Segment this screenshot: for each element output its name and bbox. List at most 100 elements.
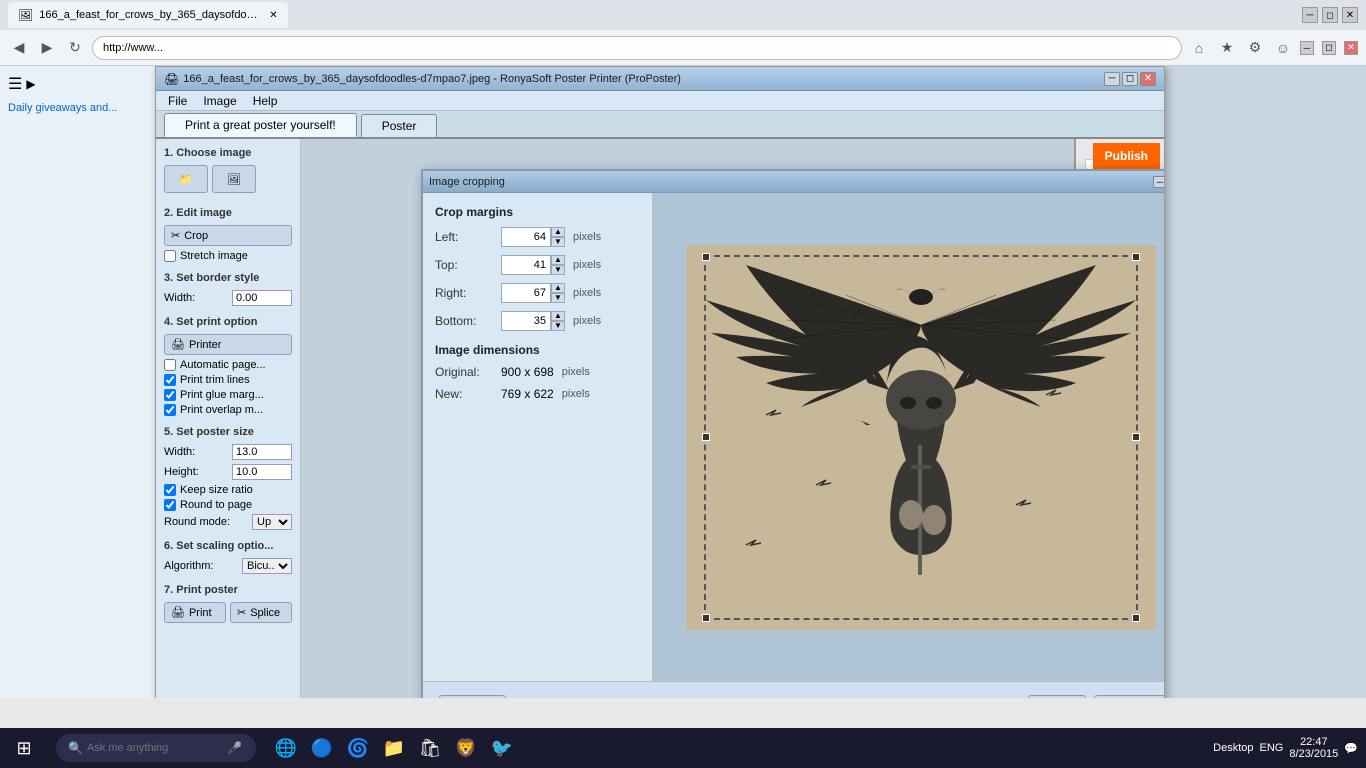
menu-file[interactable]: File — [160, 92, 195, 110]
window-restore-btn[interactable]: ◻ — [1322, 7, 1338, 23]
start-button[interactable]: ⊞ — [0, 728, 48, 768]
keep-ratio-checkbox[interactable] — [164, 484, 176, 496]
stretch-checkbox-row: Stretch image — [164, 250, 292, 262]
window-close-btn[interactable]: ✕ — [1342, 7, 1358, 23]
choose-image-btn2[interactable]: 🖼 — [212, 165, 256, 193]
app-minimize-btn[interactable]: ─ — [1104, 72, 1120, 86]
splice-btn[interactable]: ✂ Splice — [230, 602, 292, 623]
section7-title: 7. Print poster — [164, 584, 292, 596]
back-btn[interactable]: ◀ — [8, 37, 30, 59]
section6-title: 6. Set scaling optio... — [164, 540, 292, 552]
taskbar-time: 22:47 8/23/2015 — [1289, 736, 1338, 760]
tab-poster[interactable]: Poster — [361, 114, 438, 137]
microphone-icon[interactable]: 🎤 — [227, 741, 242, 755]
bottom-up-arrow[interactable]: ▲ — [551, 311, 565, 321]
poster-height-input[interactable] — [232, 464, 292, 480]
new-value: 769 x 622 — [501, 387, 554, 401]
browser-window-close[interactable]: ✕ — [1344, 41, 1358, 55]
crop-handle-bl[interactable] — [702, 614, 710, 622]
top-down-arrow[interactable]: ▼ — [551, 265, 565, 275]
print-trim-label: Print trim lines — [180, 374, 250, 386]
settings-btn[interactable]: ⚙ — [1244, 37, 1266, 59]
algorithm-select[interactable]: Bicu... — [242, 558, 292, 574]
dialog-minimize-btn[interactable]: ─ — [1153, 176, 1164, 188]
tab-close-icon[interactable]: ✕ — [269, 10, 277, 21]
bottom-arrows: ▲ ▼ — [551, 311, 565, 331]
help-btn[interactable]: Help — [439, 695, 506, 699]
taskbar-search[interactable]: 🔍 🎤 — [56, 734, 256, 762]
home-btn[interactable]: ⌂ — [1188, 37, 1210, 59]
app-restore-btn[interactable]: ◻ — [1122, 72, 1138, 86]
notification-icon[interactable]: 💬 — [1344, 742, 1358, 755]
ok-btn[interactable]: Ok — [1028, 695, 1085, 699]
menu-image[interactable]: Image — [195, 92, 244, 110]
print-glue-row: Print glue marg... — [164, 389, 292, 401]
window-minimize-btn[interactable]: ─ — [1302, 7, 1318, 23]
section-print-poster: 7. Print poster 🖨 Print ✂ Splice — [164, 584, 292, 627]
poster-width-input[interactable] — [232, 444, 292, 460]
address-bar[interactable]: http://www... — [92, 36, 1182, 60]
print-glue-checkbox[interactable] — [164, 389, 176, 401]
sidebar-menu-icon[interactable]: ☰ — [8, 74, 22, 94]
left-down-arrow[interactable]: ▼ — [551, 237, 565, 247]
poster-width-label: Width: — [164, 446, 195, 458]
tab-print[interactable]: Print a great poster yourself! — [164, 113, 357, 137]
round-to-page-checkbox[interactable] — [164, 499, 176, 511]
crop-handle-mr[interactable] — [1132, 433, 1140, 441]
favorites-btn[interactable]: ★ — [1216, 37, 1238, 59]
taskbar-ie-icon[interactable]: 🌐 — [272, 734, 300, 762]
browser-tab-active[interactable]: 🖼 166_a_feast_for_crows_by_365_daysofdoo… — [8, 2, 288, 28]
taskbar-store-icon[interactable]: 🛍 — [416, 734, 444, 762]
crop-handle-ml[interactable] — [702, 433, 710, 441]
stretch-checkbox[interactable] — [164, 250, 176, 262]
choose-image-btn1[interactable]: 📁 — [164, 165, 208, 193]
print-trim-checkbox[interactable] — [164, 374, 176, 386]
sidebar-arrow-icon[interactable]: ▶ — [26, 77, 35, 91]
right-input[interactable] — [501, 283, 551, 303]
border-width-input[interactable] — [232, 290, 292, 306]
left-label: Left: — [435, 230, 495, 244]
dimensions-title: Image dimensions — [435, 343, 640, 357]
section-poster-size: 5. Set poster size Width: Height: Keep s… — [164, 426, 292, 530]
algorithm-label: Algorithm: — [164, 560, 214, 572]
search-input[interactable] — [87, 742, 227, 754]
crop-handle-tr[interactable] — [1132, 253, 1140, 261]
browser-window-min[interactable]: ─ — [1300, 41, 1314, 55]
bottom-input[interactable] — [501, 311, 551, 331]
cancel-btn[interactable]: Cancel — [1094, 695, 1164, 699]
left-up-arrow[interactable]: ▲ — [551, 227, 565, 237]
left-input[interactable] — [501, 227, 551, 247]
taskbar-edge-icon[interactable]: 🔵 — [308, 734, 336, 762]
crop-handle-br[interactable] — [1132, 614, 1140, 622]
print-icon: 🖨 — [171, 606, 185, 619]
crop-handle-tl[interactable] — [702, 253, 710, 261]
browser-window-max[interactable]: ◻ — [1322, 41, 1336, 55]
browser-window: 🖼 166_a_feast_for_crows_by_365_daysofdoo… — [0, 0, 1366, 728]
top-up-arrow[interactable]: ▲ — [551, 255, 565, 265]
forward-btn[interactable]: ▶ — [36, 37, 58, 59]
menu-help[interactable]: Help — [245, 92, 286, 110]
printer-btn[interactable]: 🖨 Printer — [164, 334, 292, 355]
automatic-pages-checkbox[interactable] — [164, 359, 176, 371]
daily-giveaways-text[interactable]: Daily giveaways and... — [8, 102, 151, 114]
bottom-down-arrow[interactable]: ▼ — [551, 321, 565, 331]
right-down-arrow[interactable]: ▼ — [551, 293, 565, 303]
top-label: Top: — [435, 258, 495, 272]
app-close-btn[interactable]: ✕ — [1140, 72, 1156, 86]
smiley-btn[interactable]: ☺ — [1272, 37, 1294, 59]
taskbar-other-icon[interactable]: 🦁 — [452, 734, 480, 762]
dialog-body: Crop margins Left: ▲ ▼ — [423, 193, 1164, 681]
app-menu: File Image Help — [156, 91, 1164, 111]
crop-selection[interactable] — [704, 255, 1138, 620]
taskbar-chrome-icon[interactable]: 🌀 — [344, 734, 372, 762]
taskbar-app-icon[interactable]: 🐦 — [488, 734, 516, 762]
crop-btn[interactable]: ✂ Crop — [164, 225, 292, 246]
refresh-btn[interactable]: ↻ — [64, 37, 86, 59]
print-btn[interactable]: 🖨 Print — [164, 602, 226, 623]
print-overlap-checkbox[interactable] — [164, 404, 176, 416]
left-margin-row: Left: ▲ ▼ pixels — [435, 227, 640, 247]
top-input[interactable] — [501, 255, 551, 275]
right-up-arrow[interactable]: ▲ — [551, 283, 565, 293]
taskbar-folder-icon[interactable]: 📁 — [380, 734, 408, 762]
round-mode-select[interactable]: Up — [252, 514, 292, 530]
